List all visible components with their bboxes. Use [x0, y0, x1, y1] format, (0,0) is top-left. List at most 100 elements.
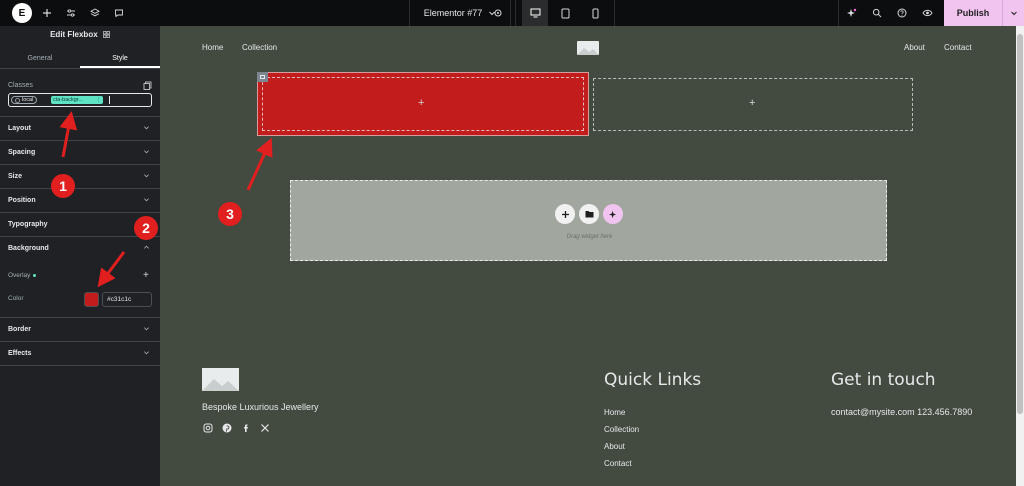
grid-icon[interactable]: [103, 31, 110, 39]
facebook-icon[interactable]: [241, 423, 251, 433]
text-cursor: [109, 96, 110, 104]
add-element-icon[interactable]: +: [418, 98, 424, 109]
add-element-icon[interactable]: +: [749, 98, 755, 109]
more-vertical-icon[interactable]: ⋮: [96, 96, 101, 104]
search-icon[interactable]: [870, 0, 884, 26]
tab-style[interactable]: Style: [80, 52, 160, 68]
section-effects[interactable]: Effects: [0, 341, 160, 365]
logo-letter: E: [18, 7, 26, 19]
state-chip-label: local: [22, 96, 34, 103]
footer-link-home[interactable]: Home: [604, 408, 625, 417]
footer-link-collection[interactable]: Collection: [604, 425, 639, 434]
folder-icon[interactable]: [579, 204, 599, 224]
section-label: Background: [8, 245, 49, 252]
color-label: Color: [8, 295, 24, 302]
divider: [614, 0, 615, 26]
annotation-badge-1: 1: [51, 174, 75, 198]
quick-links-heading: Quick Links: [604, 370, 702, 390]
footer-link-about[interactable]: About: [604, 442, 625, 451]
preview-eye-icon[interactable]: [920, 0, 934, 26]
comments-icon[interactable]: [112, 0, 126, 26]
divider: [0, 365, 160, 366]
scrollbar-thumb[interactable]: [1017, 34, 1023, 414]
canvas-preview: Home Collection About Contact + + Drag w…: [160, 26, 1016, 486]
ai-sparkle-icon[interactable]: [845, 0, 859, 26]
classes-input[interactable]: local cta-backgr... ⋮: [8, 93, 152, 107]
globe-icon: [15, 97, 20, 103]
section-label: Spacing: [8, 149, 36, 156]
publish-label: Publish: [956, 8, 990, 18]
chevron-down-icon: [144, 174, 149, 178]
canvas-scrollbar[interactable]: [1016, 26, 1024, 486]
section-label: Typography: [8, 221, 48, 228]
top-bar: E Elementor #77 Publish: [0, 0, 1024, 26]
section-label: Effects: [8, 350, 32, 357]
section-position[interactable]: Position: [0, 188, 160, 212]
section-background[interactable]: Background: [0, 236, 160, 260]
panel-header: Edit Flexbox: [0, 30, 160, 39]
drop-zone-hint: Drag widget here: [566, 234, 613, 240]
section-label: Position: [8, 197, 36, 204]
class-chip-label: cta-backgr...: [53, 97, 83, 103]
ai-sparkle-icon[interactable]: [603, 204, 623, 224]
layers-icon[interactable]: [88, 0, 102, 26]
copy-icon[interactable]: [143, 81, 152, 90]
document-title: Elementor #77: [423, 8, 483, 18]
nav-about-link[interactable]: About: [904, 43, 925, 52]
contact-info: contact@mysite.com 123.456.7890: [831, 407, 973, 417]
chevron-down-icon: [144, 327, 149, 331]
chevron-down-icon: [144, 351, 149, 355]
editor-app: E Elementor #77 Publish Edit Flexbox Gen…: [0, 0, 1024, 486]
chevron-down-icon: [144, 198, 149, 202]
settings-gear-icon[interactable]: [490, 0, 506, 26]
add-overlay-icon[interactable]: +: [143, 271, 149, 281]
panel-tabs: General Style: [0, 52, 160, 68]
section-label: Border: [8, 326, 31, 333]
state-chip[interactable]: local: [11, 96, 38, 104]
footer-tagline: Bespoke Luxurious Jewellery: [202, 402, 319, 412]
color-swatch[interactable]: [84, 292, 99, 307]
chevron-up-icon: [144, 245, 149, 249]
instagram-icon[interactable]: [203, 423, 213, 433]
modified-dot: [33, 273, 37, 277]
nav-home-link[interactable]: Home: [202, 43, 223, 52]
divider: [838, 0, 839, 26]
add-section-icon[interactable]: [555, 204, 575, 224]
pinterest-icon[interactable]: [222, 423, 232, 433]
mobile-icon[interactable]: [582, 0, 608, 26]
section-layout[interactable]: Layout: [0, 116, 160, 140]
help-icon[interactable]: [895, 0, 909, 26]
footer-logo-placeholder-icon[interactable]: [202, 368, 239, 391]
section-label: Layout: [8, 125, 31, 132]
settings-sliders-icon[interactable]: [64, 0, 78, 26]
chevron-down-icon: [144, 150, 149, 154]
drop-zone[interactable]: Drag widget here: [290, 180, 887, 261]
section-spacing[interactable]: Spacing: [0, 140, 160, 164]
get-in-touch-heading: Get in touch: [831, 370, 936, 390]
editor-panel: Edit Flexbox General Style Classes local…: [0, 26, 160, 486]
container-handle-icon[interactable]: [257, 72, 268, 82]
overlay-label: Overlay: [8, 272, 37, 279]
x-twitter-icon[interactable]: [260, 423, 270, 433]
site-logo-placeholder-icon[interactable]: [577, 41, 599, 55]
tablet-icon[interactable]: [552, 0, 578, 26]
annotation-badge-2: 2: [134, 216, 158, 240]
chevron-down-icon: [1010, 11, 1017, 16]
overlay-label-text: Overlay: [8, 272, 31, 279]
section-border[interactable]: Border: [0, 317, 160, 341]
publish-button[interactable]: Publish: [944, 0, 1002, 26]
divider: [515, 0, 516, 26]
nav-collection-link[interactable]: Collection: [242, 43, 277, 52]
add-icon[interactable]: [40, 0, 54, 26]
footer-link-contact[interactable]: Contact: [604, 459, 632, 468]
class-chip[interactable]: cta-backgr... ⋮: [51, 96, 103, 104]
desktop-icon[interactable]: [522, 0, 548, 26]
publish-menu-button[interactable]: [1002, 0, 1024, 26]
elementor-logo-icon[interactable]: E: [12, 3, 32, 23]
nav-contact-link[interactable]: Contact: [944, 43, 972, 52]
color-hex-input[interactable]: #c31c1c: [102, 292, 152, 307]
chevron-down-icon: [144, 126, 149, 130]
section-size[interactable]: Size: [0, 164, 160, 188]
tab-general[interactable]: General: [0, 52, 80, 68]
divider: [0, 68, 160, 69]
